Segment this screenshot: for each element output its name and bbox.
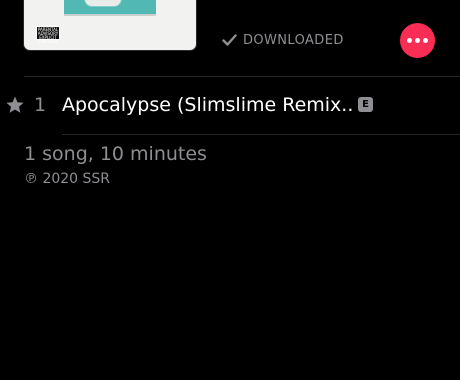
more-options-button[interactable] bbox=[400, 23, 435, 58]
star-icon bbox=[5, 95, 25, 119]
track-number: 1 bbox=[34, 94, 47, 116]
downloaded-label: DOWNLOADED bbox=[243, 32, 344, 48]
more-icon-dot bbox=[415, 38, 420, 43]
parental-advisory-logo: PARENTAL ADVISORY EXPLICIT CONTENT bbox=[36, 26, 60, 44]
divider bbox=[62, 134, 460, 135]
copyright: ℗ 2020 SSR bbox=[24, 171, 111, 187]
more-icon bbox=[407, 38, 412, 43]
artwork-shadow bbox=[64, 14, 156, 16]
downloaded-status: DOWNLOADED bbox=[222, 31, 344, 49]
album-summary: 1 song, 10 minutes bbox=[24, 143, 207, 165]
artwork-hand-graphic bbox=[84, 0, 122, 7]
explicit-badge: E bbox=[358, 97, 373, 112]
album-artwork: PARENTAL ADVISORY EXPLICIT CONTENT bbox=[24, 0, 196, 50]
check-icon bbox=[222, 34, 237, 46]
divider bbox=[24, 76, 460, 77]
album-subtitle-cut: ·· ·· ·· · · bbox=[222, 0, 342, 2]
more-icon-dot bbox=[423, 38, 428, 43]
track-title[interactable]: Apocalypse (Slimslime Remix... bbox=[62, 94, 352, 116]
track-row[interactable]: 1 Apocalypse (Slimslime Remix... E bbox=[0, 88, 460, 126]
